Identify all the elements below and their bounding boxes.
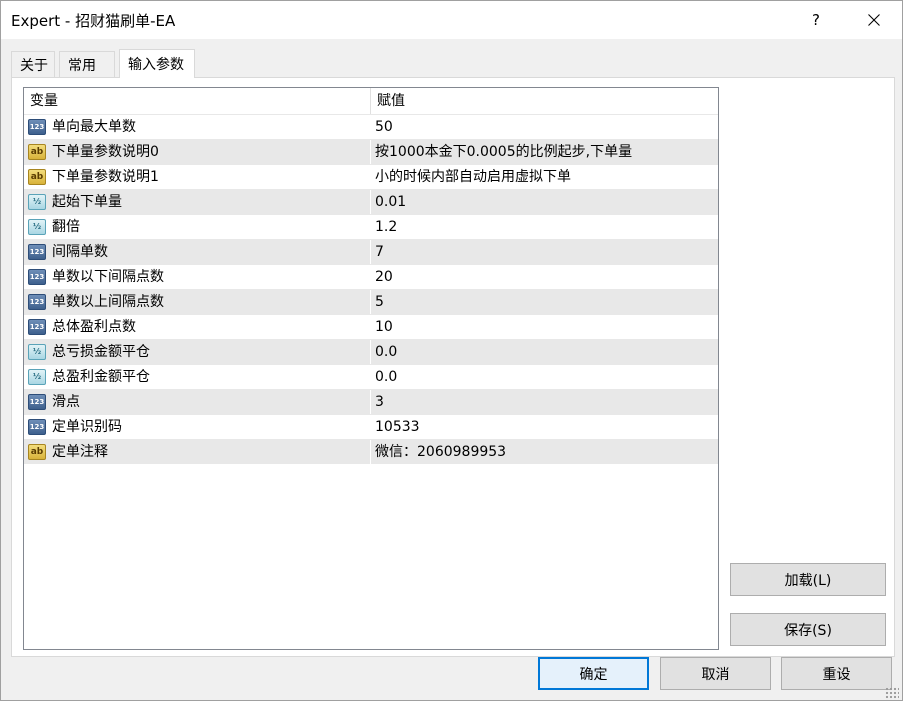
parameter-value[interactable]: 1.2 [375,215,715,239]
parameter-value[interactable]: 按1000本金下0.0005的比例起步,下单量 [375,140,715,164]
column-header-variable[interactable]: 变量 [24,88,370,114]
table-row[interactable]: ½ 总亏损金额平仓 0.0 [24,339,718,364]
parameter-value[interactable]: 0.01 [375,190,715,214]
table-row[interactable]: ½ 翻倍 1.2 [24,214,718,239]
parameter-value[interactable]: 5 [375,290,715,314]
save-button[interactable]: 保存(S) [730,613,886,646]
double-type-icon: ½ [28,194,46,210]
parameter-name: 间隔单数 [52,244,108,260]
table-row[interactable]: 123 定单识别码 10533 [24,414,718,439]
int-type-icon: 123 [28,319,46,335]
parameter-name: 单数以下间隔点数 [52,269,164,285]
column-separator [370,415,371,439]
parameter-name: 单向最大单数 [52,119,136,135]
int-type-icon: 123 [28,269,46,285]
table-row[interactable]: ½ 起始下单量 0.01 [24,189,718,214]
column-header-value[interactable]: 赋值 [370,88,718,114]
column-separator [370,440,371,464]
parameter-name: 翻倍 [52,219,80,235]
parameter-value[interactable]: 0.0 [375,340,715,364]
table-row[interactable]: 123 单数以上间隔点数 5 [24,289,718,314]
parameter-value[interactable]: 0.0 [375,365,715,389]
table-row[interactable]: ½ 总盈利金额平仓 0.0 [24,364,718,389]
column-separator [370,390,371,414]
double-type-icon: ½ [28,219,46,235]
column-separator [370,165,371,189]
expert-dialog: Expert - 招财猫刷单-EA ? 关于 常用 输入参数 变量 赋值 123… [0,0,903,701]
double-type-icon: ½ [28,369,46,385]
parameter-name: 定单识别码 [52,419,122,435]
string-type-icon: ab [28,444,46,460]
parameter-name: 总亏损金额平仓 [52,344,150,360]
int-type-icon: 123 [28,119,46,135]
int-type-icon: 123 [28,394,46,410]
parameter-name: 下单量参数说明0 [52,144,159,160]
parameter-value[interactable]: 20 [375,265,715,289]
table-row[interactable]: 123 单向最大单数 50 [24,114,718,139]
close-icon [867,14,880,26]
parameter-value[interactable]: 10533 [375,415,715,439]
parameter-value[interactable]: 微信：2060989953 [375,440,715,464]
parameter-value[interactable]: 50 [375,115,715,139]
cancel-button[interactable]: 取消 [660,657,771,690]
window-title: Expert - 招财猫刷单-EA [11,12,176,30]
int-type-icon: 123 [28,244,46,260]
column-separator [370,315,371,339]
reset-button[interactable]: 重设 [781,657,892,690]
double-type-icon: ½ [28,344,46,360]
column-separator [370,115,371,139]
parameter-value[interactable]: 7 [375,240,715,264]
grid-header: 变量 赋值 [24,88,718,114]
load-button[interactable]: 加载(L) [730,563,886,596]
close-button[interactable] [845,1,902,39]
table-row[interactable]: 123 滑点 3 [24,389,718,414]
column-separator [370,140,371,164]
column-separator [370,340,371,364]
column-separator [370,290,371,314]
parameter-name: 下单量参数说明1 [52,169,159,185]
table-row[interactable]: 123 单数以下间隔点数 20 [24,264,718,289]
parameter-name: 总盈利金额平仓 [52,369,150,385]
column-separator [370,265,371,289]
tab-input-params[interactable]: 输入参数 [119,49,195,78]
help-button[interactable]: ? [787,1,845,39]
table-row[interactable]: ab 下单量参数说明1 小的时候内部自动启用虚拟下单 [24,164,718,189]
parameter-name: 定单注释 [52,444,108,460]
string-type-icon: ab [28,144,46,160]
ok-button[interactable]: 确定 [538,657,649,690]
table-row[interactable]: 123 间隔单数 7 [24,239,718,264]
table-row[interactable]: ab 下单量参数说明0 按1000本金下0.0005的比例起步,下单量 [24,139,718,164]
int-type-icon: 123 [28,294,46,310]
parameter-name: 滑点 [52,394,80,410]
string-type-icon: ab [28,169,46,185]
parameter-name: 总体盈利点数 [52,319,136,335]
column-separator [370,365,371,389]
column-separator [370,240,371,264]
grid-rows: 123 单向最大单数 50 ab 下单量参数说明0 按1000本金下0.0005的比例起步… [24,114,718,464]
column-separator [370,215,371,239]
resize-grip-icon[interactable] [885,687,899,700]
column-separator [370,190,371,214]
table-row[interactable]: 123 总体盈利点数 10 [24,314,718,339]
tab-common[interactable]: 常用 [59,51,115,77]
parameter-value[interactable]: 小的时候内部自动启用虚拟下单 [375,165,715,189]
title-bar[interactable]: Expert - 招财猫刷单-EA ? [1,1,902,39]
parameter-value[interactable]: 10 [375,315,715,339]
table-row[interactable]: ab 定单注释 微信：2060989953 [24,439,718,464]
int-type-icon: 123 [28,419,46,435]
tab-about[interactable]: 关于 [11,51,55,77]
parameters-grid[interactable]: 变量 赋值 123 单向最大单数 50 ab 下单量参数说明0 按1000本金下0.000… [23,87,719,650]
parameter-name: 单数以上间隔点数 [52,294,164,310]
parameter-value[interactable]: 3 [375,390,715,414]
parameter-name: 起始下单量 [52,194,122,210]
